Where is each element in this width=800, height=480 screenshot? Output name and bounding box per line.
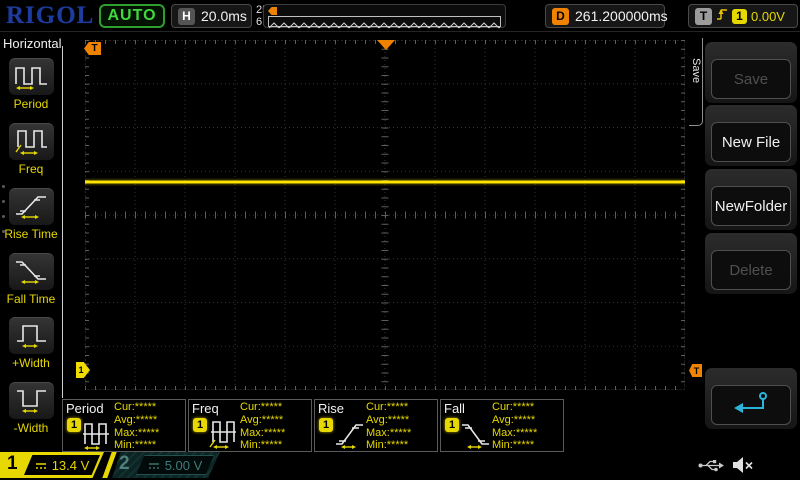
measurement-name: Rise bbox=[318, 401, 344, 416]
freq-icon bbox=[14, 125, 50, 160]
period-icon bbox=[14, 60, 50, 95]
fall-time-icon bbox=[461, 416, 491, 455]
preview-waveform bbox=[268, 16, 501, 27]
graticule-grid bbox=[85, 40, 685, 390]
channel-status-bar: 1 13.4 V 2 5.00 V bbox=[0, 452, 800, 480]
timebase-h-chip: H bbox=[178, 8, 195, 25]
menu-slot: Delete bbox=[705, 233, 797, 294]
timebase-box[interactable]: H 20.0ms bbox=[171, 4, 252, 28]
measure-item-freq[interactable] bbox=[9, 123, 54, 160]
new-folder-button[interactable]: NewFolder bbox=[711, 186, 791, 226]
measure-item-minus-width-label: -Width bbox=[0, 421, 62, 435]
usb-icon bbox=[698, 459, 725, 477]
left-menu-title: Horizontal bbox=[3, 36, 62, 51]
delay-box[interactable]: D 261.200000ms bbox=[545, 4, 665, 28]
ch1-scale-readout: 13.4 V bbox=[24, 455, 100, 475]
measurement-box-period[interactable]: Period 1 Cur:***** Avg:***** Max:***** M… bbox=[62, 399, 186, 452]
measurement-values: Cur:***** Avg:***** Max:***** Min:***** bbox=[114, 401, 159, 452]
menu-slot bbox=[705, 368, 797, 429]
rise-time-icon bbox=[14, 190, 50, 225]
menu-slot: Save bbox=[705, 42, 797, 103]
rigol-logo: RIGOL bbox=[6, 2, 94, 30]
measurement-channel-badge: 1 bbox=[445, 418, 459, 432]
trigger-t-chip: T bbox=[695, 8, 712, 25]
measure-item-rise-time[interactable] bbox=[9, 188, 54, 225]
oscilloscope-screen: RIGOL AUTO H 20.0ms 25.0MSa/s 6.00M pts bbox=[0, 0, 800, 480]
waveform-preview-bar[interactable] bbox=[263, 4, 506, 28]
delay-value: 261.200000ms bbox=[575, 8, 668, 24]
measurement-name: Period bbox=[66, 401, 104, 416]
dc-coupling-icon bbox=[148, 458, 160, 473]
run-status-badge[interactable]: AUTO bbox=[99, 4, 165, 28]
trigger-position-marker[interactable] bbox=[377, 40, 395, 50]
measure-item-plus-width[interactable] bbox=[9, 317, 54, 354]
trigger-channel-chip: 1 bbox=[732, 9, 747, 24]
ch2-scale-value: 5.00 V bbox=[165, 458, 203, 473]
menu-tab-save: Save bbox=[689, 38, 703, 126]
back-button[interactable] bbox=[711, 385, 791, 425]
left-measure-menu: Horizontal Period Freq bbox=[0, 32, 63, 452]
measure-item-period-label: Period bbox=[0, 97, 62, 111]
speaker-muted-icon bbox=[731, 456, 755, 479]
return-arrow-icon bbox=[730, 390, 772, 420]
trigger-box[interactable]: T 1 0.00V bbox=[688, 4, 798, 28]
preview-position-icon bbox=[268, 7, 277, 15]
measurement-values: Cur:***** Avg:***** Max:***** Min:***** bbox=[366, 401, 411, 452]
measurement-values: Cur:***** Avg:***** Max:***** Min:***** bbox=[492, 401, 537, 452]
minus-width-icon bbox=[14, 384, 50, 419]
measure-item-fall-time-label: Fall Time bbox=[0, 292, 62, 306]
measurement-box-rise[interactable]: Rise 1 Cur:***** Avg:***** Max:***** Min… bbox=[314, 399, 438, 452]
ch2-scale-readout: 5.00 V bbox=[136, 455, 214, 475]
freq-icon bbox=[209, 416, 239, 455]
measure-item-period[interactable] bbox=[9, 58, 54, 95]
ch2-number: 2 bbox=[119, 453, 130, 475]
measurement-channel-badge: 1 bbox=[67, 418, 81, 432]
measure-item-minus-width[interactable] bbox=[9, 382, 54, 419]
delete-button[interactable]: Delete bbox=[711, 250, 791, 290]
measure-item-rise-time-label: Rise Time bbox=[0, 227, 62, 241]
top-status-bar: RIGOL AUTO H 20.0ms 25.0MSa/s 6.00M pts bbox=[0, 0, 800, 32]
save-menu-panel: Save Save New File NewFolder Delete bbox=[703, 32, 798, 452]
fall-time-icon bbox=[14, 255, 50, 290]
measurement-name: Fall bbox=[444, 401, 465, 416]
measurement-name: Freq bbox=[192, 401, 219, 416]
rise-time-icon bbox=[335, 416, 365, 455]
measure-item-fall-time[interactable] bbox=[9, 253, 54, 290]
menu-scroll-dot bbox=[2, 200, 5, 203]
menu-scroll-dot bbox=[2, 215, 5, 218]
menu-scroll-dot bbox=[2, 230, 5, 233]
plus-width-icon bbox=[14, 319, 50, 354]
measurement-box-freq[interactable]: Freq 1 Cur:***** Avg:***** Max:***** Min… bbox=[188, 399, 312, 452]
measurement-channel-badge: 1 bbox=[193, 418, 207, 432]
measurement-values: Cur:***** Avg:***** Max:***** Min:***** bbox=[240, 401, 285, 452]
measurement-channel-badge: 1 bbox=[319, 418, 333, 432]
trigger-slope-icon bbox=[716, 6, 728, 27]
timebase-value: 20.0ms bbox=[201, 8, 247, 24]
dc-coupling-icon bbox=[35, 458, 47, 473]
menu-slot: NewFolder bbox=[705, 169, 797, 230]
ch1-number: 1 bbox=[7, 453, 18, 475]
menu-slot: New File bbox=[705, 105, 797, 166]
ch1-scale-value: 13.4 V bbox=[52, 458, 90, 473]
trigger-level-marker[interactable]: T bbox=[689, 364, 702, 377]
new-file-button[interactable]: New File bbox=[711, 122, 791, 162]
trigger-level-value: 0.00V bbox=[751, 9, 785, 24]
period-icon bbox=[83, 416, 113, 455]
measure-item-plus-width-label: +Width bbox=[0, 356, 62, 370]
measure-item-freq-label: Freq bbox=[0, 162, 62, 176]
save-button[interactable]: Save bbox=[711, 59, 791, 99]
menu-scroll-dot bbox=[2, 185, 5, 188]
delay-d-chip: D bbox=[552, 8, 569, 25]
measurement-box-fall[interactable]: Fall 1 Cur:***** Avg:***** Max:***** Min… bbox=[440, 399, 564, 452]
left-menu-separator bbox=[62, 46, 63, 398]
